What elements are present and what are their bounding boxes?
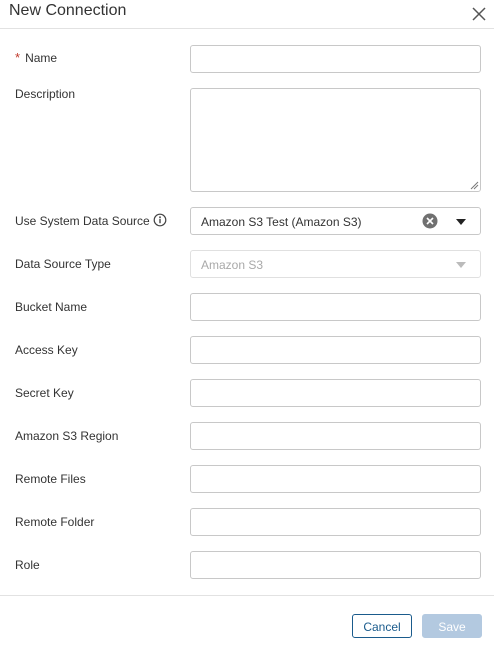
name-label: * Name [15, 50, 57, 65]
description-label: Description [15, 87, 76, 101]
access-key-input[interactable] [190, 336, 481, 364]
secret-key-input[interactable] [190, 379, 481, 407]
bucket-name-input[interactable] [190, 293, 481, 321]
remote-files-input[interactable] [190, 465, 481, 493]
clear-icon[interactable] [422, 213, 438, 229]
required-marker: * [15, 50, 21, 65]
name-label-text: Name [25, 51, 58, 65]
description-textarea[interactable] [190, 88, 481, 192]
chevron-down-icon [456, 262, 466, 268]
bucket-name-label: Bucket Name [15, 300, 88, 314]
close-icon[interactable] [470, 5, 488, 23]
resize-grip-icon[interactable] [469, 180, 479, 190]
cancel-button[interactable]: Cancel [352, 614, 412, 638]
access-key-label: Access Key [15, 343, 78, 357]
system-data-source-value: Amazon S3 Test (Amazon S3) [201, 215, 362, 229]
save-button[interactable]: Save [422, 614, 482, 638]
remote-folder-input[interactable] [190, 508, 481, 536]
role-label: Role [15, 558, 40, 572]
amazon-s3-region-input[interactable] [190, 422, 481, 450]
chevron-down-icon[interactable] [456, 219, 466, 225]
data-source-type-value: Amazon S3 [201, 258, 264, 272]
role-input[interactable] [190, 551, 481, 579]
data-source-type-select: Amazon S3 [190, 250, 481, 278]
remote-folder-label: Remote Folder [15, 515, 95, 529]
dialog-header: New Connection [0, 0, 494, 29]
name-input[interactable] [190, 45, 481, 73]
dialog-title: New Connection [9, 2, 127, 19]
system-data-source-select[interactable]: Amazon S3 Test (Amazon S3) [190, 207, 481, 235]
remote-files-label: Remote Files [15, 472, 86, 486]
use-system-data-source-label: Use System Data Source [15, 214, 150, 228]
amazon-s3-region-label: Amazon S3 Region [15, 429, 119, 443]
data-source-type-label: Data Source Type [15, 257, 111, 271]
dialog-footer: Cancel Save [0, 595, 494, 652]
new-connection-dialog: New Connection * Name Description Use Sys… [0, 0, 494, 652]
secret-key-label: Secret Key [15, 386, 74, 400]
info-icon[interactable] [153, 213, 167, 227]
